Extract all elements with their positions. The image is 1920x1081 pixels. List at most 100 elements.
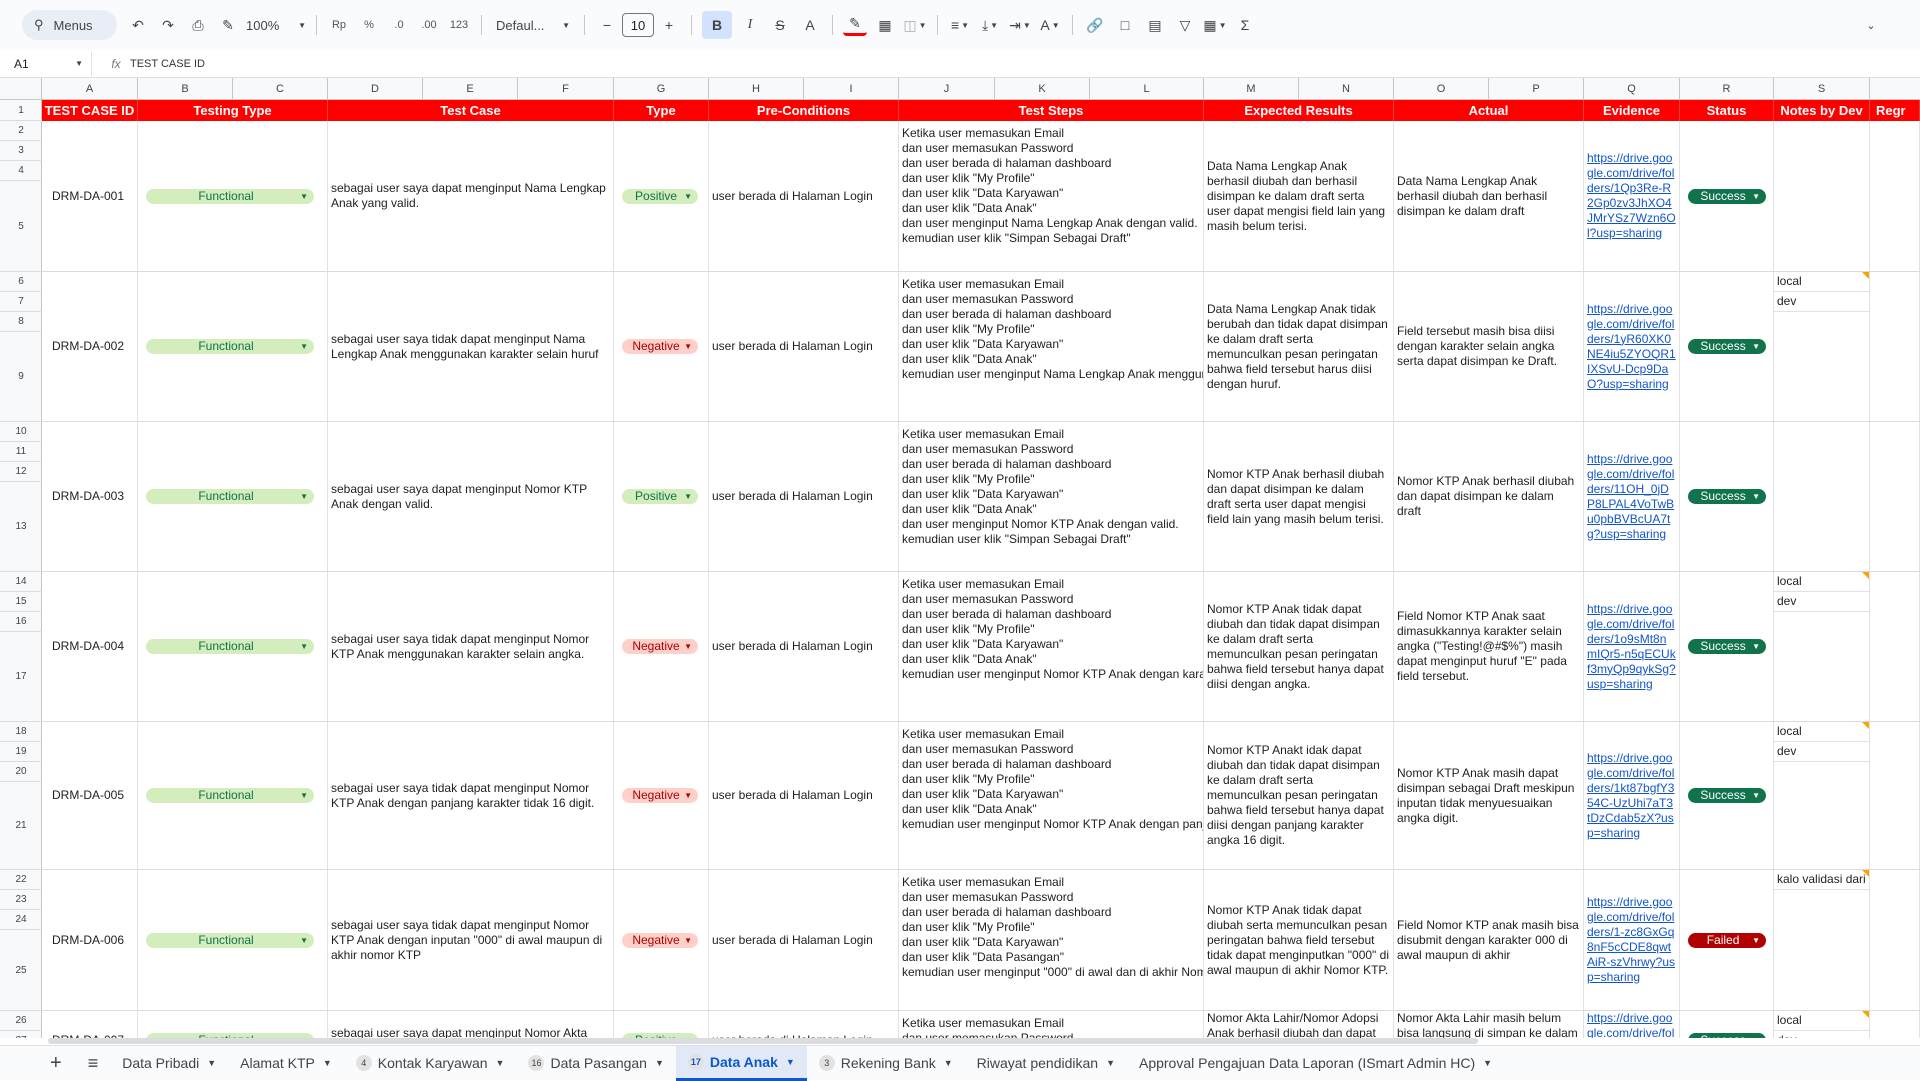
- test-case-id-cell[interactable]: DRM-DA-003: [42, 422, 138, 571]
- vertical-align-icon[interactable]: ⤓ ▼: [978, 11, 1002, 39]
- actual-cell[interactable]: Field tersebut masih bisa diisi dengan k…: [1394, 272, 1584, 421]
- test-steps-cell[interactable]: Ketika user memasukan Email dan user mema…: [899, 121, 1204, 271]
- horizontal-scrollbar[interactable]: [42, 1037, 1912, 1045]
- actual-cell[interactable]: Nomor KTP Anak masih dapat disimpan seba…: [1394, 722, 1584, 869]
- regression-cell[interactable]: [1870, 422, 1920, 571]
- notes-cell[interactable]: [1774, 121, 1870, 271]
- actual-cell[interactable]: Nomor KTP Anak berhasil diubah dan dapat…: [1394, 422, 1584, 571]
- type-dropdown[interactable]: Negative ▼: [622, 788, 698, 803]
- sheet-tab[interactable]: Approval Pengajuan Data Laporan (ISmart …: [1127, 1046, 1504, 1081]
- text-wrap-icon[interactable]: ⇥ ▼: [1008, 11, 1032, 39]
- print-icon[interactable]: ⎙: [186, 11, 210, 39]
- row-header[interactable]: 12: [0, 462, 42, 482]
- sheet-tab[interactable]: Data Pribadi ▼: [110, 1046, 228, 1081]
- testing-type-dropdown[interactable]: Functional ▼: [146, 188, 314, 204]
- add-sheet-icon[interactable]: +: [0, 1046, 76, 1081]
- status-dropdown[interactable]: Success ▼: [1688, 639, 1766, 654]
- status-dropdown[interactable]: Success ▼: [1688, 788, 1766, 803]
- column-header[interactable]: H: [709, 78, 804, 100]
- formula-input[interactable]: TEST CASE ID: [130, 58, 205, 70]
- column-header[interactable]: B: [138, 78, 233, 100]
- notes-cell[interactable]: [1774, 422, 1870, 571]
- test-case-id-cell[interactable]: DRM-DA-004: [42, 572, 138, 721]
- notes-cell[interactable]: kalo validasi dari: [1774, 870, 1870, 1010]
- merge-cells-icon[interactable]: ◫ ▼: [903, 11, 927, 39]
- type-dropdown[interactable]: Negative ▼: [622, 932, 698, 948]
- test-steps-cell[interactable]: Ketika user memasukan Email dan user mema…: [899, 572, 1204, 721]
- name-box[interactable]: A1 ▼: [0, 51, 92, 76]
- type-cell[interactable]: Negative ▼: [614, 722, 709, 869]
- column-header[interactable]: S: [1774, 78, 1870, 100]
- bold-button[interactable]: B: [702, 11, 732, 39]
- testing-type-dropdown[interactable]: Functional ▼: [146, 339, 314, 354]
- column-header[interactable]: L: [1090, 78, 1204, 100]
- row-header[interactable]: 16: [0, 612, 42, 632]
- notes-cell[interactable]: localdev: [1774, 1011, 1870, 1038]
- test-case-id-cell[interactable]: DRM-DA-001: [42, 121, 138, 271]
- font-size-increase-icon[interactable]: +: [657, 11, 681, 39]
- number-format-button[interactable]: 123: [447, 11, 471, 39]
- expected-results-cell[interactable]: Nomor KTP Anakt idak dapat diubah dan ti…: [1204, 722, 1394, 869]
- testing-type-cell[interactable]: Functional ▼: [138, 121, 328, 271]
- status-cell[interactable]: Success ▼: [1680, 272, 1774, 421]
- type-dropdown[interactable]: Negative ▼: [622, 639, 698, 654]
- evidence-link[interactable]: https://drive.google.com/drive/folders/1…: [1584, 895, 1679, 985]
- type-cell[interactable]: Positive▼: [614, 1011, 709, 1038]
- header-test-case-id[interactable]: TEST CASE ID: [42, 100, 138, 121]
- menus-search[interactable]: ⚲ Menus: [22, 10, 117, 40]
- row-header[interactable]: 11: [0, 442, 42, 462]
- column-header[interactable]: D: [328, 78, 423, 100]
- evidence-cell[interactable]: https://drive.google.com/drive/folders/1…: [1584, 272, 1680, 421]
- column-header[interactable]: E: [423, 78, 518, 100]
- header-testing-type[interactable]: Testing Type: [138, 100, 328, 121]
- test-case-cell[interactable]: sebagai user saya dapat menginput Nomor …: [328, 422, 614, 571]
- column-header[interactable]: N: [1299, 78, 1394, 100]
- testing-type-dropdown[interactable]: Functional ▼: [146, 788, 314, 803]
- test-case-cell[interactable]: sebagai user saya dapat menginput Nama L…: [328, 121, 614, 271]
- comment-indicator-icon[interactable]: [1862, 1011, 1869, 1018]
- evidence-link[interactable]: https://drive.google.com/drive/folders/1…: [1584, 151, 1679, 241]
- row-header[interactable]: 10: [0, 422, 42, 442]
- test-case-id-cell[interactable]: DRM-DA-002: [42, 272, 138, 421]
- insert-link-icon[interactable]: 🔗: [1083, 11, 1107, 39]
- testing-type-cell[interactable]: Functional ▼: [138, 272, 328, 421]
- regression-cell[interactable]: [1870, 722, 1920, 869]
- expected-results-cell[interactable]: Data Nama Lengkap Anak tidak berubah dan…: [1204, 272, 1394, 421]
- row-header[interactable]: 21: [0, 782, 42, 870]
- row-header[interactable]: 24: [0, 910, 42, 930]
- header-status[interactable]: Status: [1680, 100, 1774, 121]
- increase-decimal-button[interactable]: .00: [417, 11, 441, 39]
- evidence-link[interactable]: https://drive.google.com/drive/folders/1…: [1584, 302, 1679, 392]
- comment-indicator-icon[interactable]: [1862, 272, 1869, 279]
- notes-cell[interactable]: localdev: [1774, 572, 1870, 721]
- currency-button[interactable]: Rp: [327, 11, 351, 39]
- header-expected-results[interactable]: Expected Results: [1204, 100, 1394, 121]
- actual-cell[interactable]: Field Nomor KTP anak masih bisa disubmit…: [1394, 870, 1584, 1010]
- type-cell[interactable]: Positive▼: [614, 422, 709, 571]
- precondition-cell[interactable]: user berada di Halaman Login: [709, 422, 899, 571]
- column-header[interactable]: R: [1680, 78, 1774, 100]
- row-header[interactable]: 7: [0, 292, 42, 312]
- test-case-cell[interactable]: sebagai user saya tidak dapat menginput …: [328, 722, 614, 869]
- testing-type-cell[interactable]: Functional ▼: [138, 722, 328, 869]
- testing-type-cell[interactable]: Functional ▼: [138, 422, 328, 571]
- status-cell[interactable]: Failed ▼: [1680, 870, 1774, 1010]
- font-size-input[interactable]: 10: [622, 13, 654, 37]
- borders-icon[interactable]: ▦: [873, 11, 897, 39]
- row-header[interactable]: 19: [0, 742, 42, 762]
- evidence-cell[interactable]: https://drive.google.com/drive/folders/1…: [1584, 722, 1680, 869]
- row-header[interactable]: 2: [0, 121, 42, 141]
- sheet-tab[interactable]: 4 Kontak Karyawan ▼: [344, 1046, 517, 1081]
- evidence-link[interactable]: https://drive.google.com/drive/folders/1…: [1584, 452, 1679, 542]
- regression-cell[interactable]: [1870, 121, 1920, 271]
- notes-cell[interactable]: localdev: [1774, 722, 1870, 869]
- evidence-cell[interactable]: https://drive.google.com/drive/folders/1…: [1584, 572, 1680, 721]
- row-header[interactable]: 8: [0, 312, 42, 332]
- text-rotation-icon[interactable]: A ▼: [1038, 11, 1062, 39]
- header-notes-by-dev[interactable]: Notes by Dev: [1774, 100, 1870, 121]
- evidence-link[interactable]: https://drive.google.com/drive/folders/1…: [1584, 1011, 1679, 1038]
- expected-results-cell[interactable]: Nomor KTP Anak tidak dapat diubah serta …: [1204, 870, 1394, 1010]
- regression-cell[interactable]: [1870, 272, 1920, 421]
- column-header[interactable]: M: [1204, 78, 1299, 100]
- insert-chart-icon[interactable]: ▤: [1143, 11, 1167, 39]
